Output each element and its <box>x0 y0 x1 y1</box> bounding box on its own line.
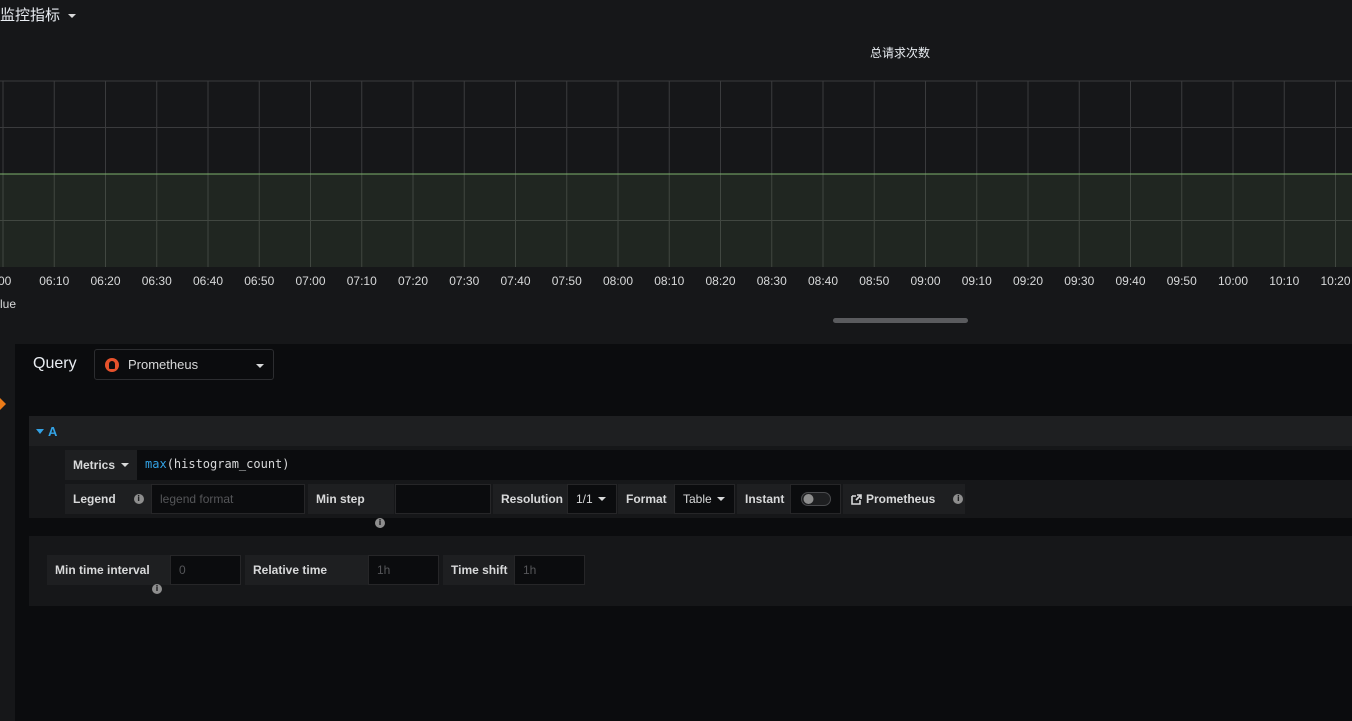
relative-time-placeholder: 1h <box>377 563 391 577</box>
instant-label: Instant <box>745 492 785 506</box>
panel-title-menu[interactable]: 监控指标 <box>0 4 77 25</box>
format-label: Format <box>626 492 667 506</box>
chevron-down-icon <box>256 364 264 368</box>
legend-label: Legend <box>73 492 116 506</box>
prometheus-icon <box>105 357 119 372</box>
datasource-name: Prometheus <box>128 357 199 372</box>
metrics-button[interactable]: Metrics <box>65 450 137 480</box>
x-tick-label: 09:30 <box>1064 274 1094 288</box>
chevron-down-icon <box>716 497 725 501</box>
resolution-select[interactable]: 1/1 <box>567 484 617 514</box>
x-tick-label: 06:50 <box>244 274 274 288</box>
x-tick-label: 07:00 <box>295 274 325 288</box>
x-tick-label: 10:00 <box>1218 274 1248 288</box>
instant-label-box: Instant <box>737 484 790 514</box>
min-time-interval-label-box: Min time interval <box>47 555 170 585</box>
relative-time-label-box: Relative time <box>245 555 368 585</box>
metrics-label: Metrics <box>73 458 116 472</box>
min-step-label: Min step <box>316 492 365 506</box>
x-tick-label: 06:20 <box>90 274 120 288</box>
x-tick-label: 08:40 <box>808 274 838 288</box>
datasource-select[interactable]: Prometheus <box>94 349 274 380</box>
x-tick-label: 06:40 <box>193 274 223 288</box>
x-tick-label: 06:30 <box>142 274 172 288</box>
info-icon[interactable]: i <box>375 518 385 528</box>
query-options-panel: Min time interval i 0 Relative time 1h T… <box>29 536 1352 606</box>
chart-series <box>0 173 1352 267</box>
min-step-label-box: Min step <box>308 484 394 514</box>
toggle-switch-icon <box>801 492 831 506</box>
x-tick-label: 08:50 <box>859 274 889 288</box>
time-shift-input[interactable]: 1h <box>514 555 585 585</box>
query-editor: Query Prometheus A Metrics max(histogram… <box>15 344 1352 721</box>
x-tick-label: 09:00 <box>910 274 940 288</box>
legend-format-placeholder: legend format <box>160 492 234 506</box>
chevron-down-icon <box>121 463 130 467</box>
relative-time-label: Relative time <box>253 563 328 577</box>
query-body: Metrics max(histogram_count) Legend i le… <box>29 446 1352 528</box>
format-value: Table <box>683 492 712 506</box>
chevron-down-icon <box>597 497 606 501</box>
external-link-icon <box>851 493 862 505</box>
scrollbar-thumb[interactable] <box>833 318 968 323</box>
legend-series[interactable]: lue <box>0 297 16 311</box>
metrics-query-input[interactable]: max(histogram_count) <box>145 457 290 471</box>
x-tick-label: 08:20 <box>705 274 735 288</box>
query-ref-id[interactable]: A <box>48 424 57 439</box>
x-tick-label: 09:10 <box>962 274 992 288</box>
time-shift-label: Time shift <box>451 563 508 577</box>
time-shift-placeholder: 1h <box>523 563 537 577</box>
chart[interactable]: :00 06:10 06:20 06:30 06:40 06:50 07:00 07:10 07… <box>0 70 1352 300</box>
panel-title-text: 监控指标 <box>0 7 61 24</box>
chart-title: 总请求次数 <box>869 46 930 60</box>
format-select[interactable]: Table <box>674 484 735 514</box>
min-step-input[interactable] <box>395 484 491 514</box>
x-tick-label: 10:20 <box>1320 274 1350 288</box>
legend-label-box: Legend i <box>65 484 151 514</box>
x-tick-label: 08:30 <box>757 274 787 288</box>
x-tick-label: :00 <box>0 274 12 288</box>
x-tick-label: 07:10 <box>347 274 377 288</box>
chevron-down-icon <box>68 14 77 19</box>
resolution-label-box: Resolution <box>493 484 567 514</box>
x-tick-label: 07:40 <box>500 274 530 288</box>
instant-toggle[interactable] <box>790 484 841 514</box>
x-tick-label: 06:10 <box>39 274 69 288</box>
resolution-value: 1/1 <box>576 492 593 506</box>
query-row-header[interactable]: A <box>29 416 1352 446</box>
format-label-box: Format <box>618 484 674 514</box>
datasource-badge-label: Prometheus <box>866 492 936 506</box>
x-tick-label: 08:10 <box>654 274 684 288</box>
graph-panel: 监控指标 总请求次数 :00 06:10 06:20 06:30 06:40 06:50 0… <box>0 0 1352 340</box>
metrics-row: Metrics max(histogram_count) <box>65 450 1352 480</box>
resolution-label: Resolution <box>501 492 563 506</box>
query-label: Query <box>33 355 77 372</box>
info-icon[interactable]: i <box>953 494 964 504</box>
x-axis-ticks: :00 06:10 06:20 06:30 06:40 06:50 07:00 07:10 07… <box>0 274 1351 288</box>
time-shift-label-box: Time shift <box>443 555 514 585</box>
query-function: max <box>145 457 167 471</box>
min-time-interval-placeholder: 0 <box>179 563 186 577</box>
series-area <box>0 174 1352 267</box>
x-tick-label: 09:20 <box>1013 274 1043 288</box>
x-tick-label: 09:40 <box>1115 274 1145 288</box>
min-time-interval-label: Min time interval <box>55 563 150 577</box>
collapse-caret-icon[interactable] <box>36 428 44 434</box>
x-tick-label: 07:30 <box>449 274 479 288</box>
legend-format-input[interactable]: legend format <box>151 484 305 514</box>
x-tick-label: 08:00 <box>603 274 633 288</box>
x-tick-label: 09:50 <box>1167 274 1197 288</box>
active-editor-marker <box>0 398 6 410</box>
x-tick-label: 07:20 <box>398 274 428 288</box>
info-icon[interactable]: i <box>152 584 162 594</box>
query-argument: (histogram_count) <box>166 457 290 471</box>
min-time-interval-input[interactable]: 0 <box>170 555 241 585</box>
x-tick-label: 07:50 <box>552 274 582 288</box>
datasource-help-box[interactable]: Prometheus i <box>843 484 965 514</box>
x-tick-label: 10:10 <box>1269 274 1299 288</box>
info-icon[interactable]: i <box>133 494 144 504</box>
relative-time-input[interactable]: 1h <box>368 555 439 585</box>
